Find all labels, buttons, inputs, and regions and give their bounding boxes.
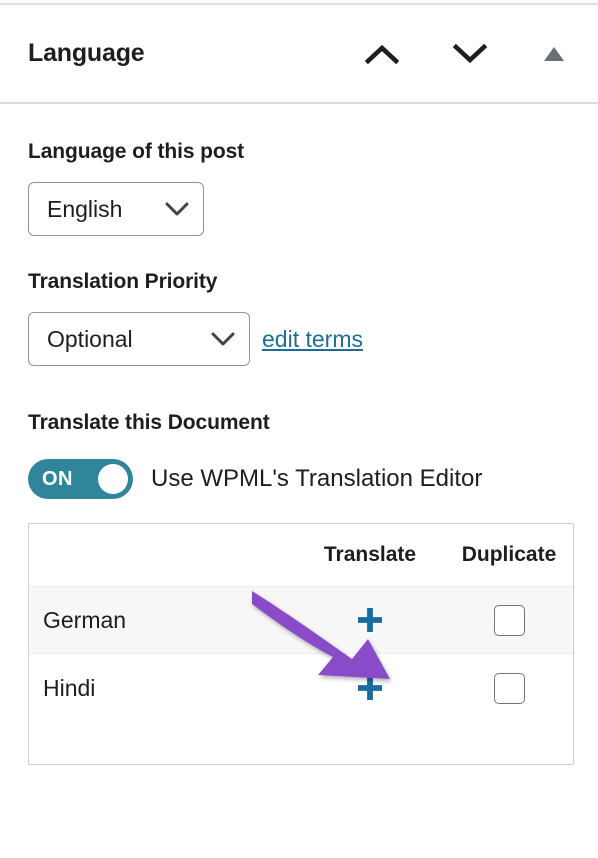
translation-priority-select[interactable]: Optional: [28, 312, 250, 366]
triangle-up-glyph: [544, 46, 564, 61]
translation-priority-label: Translation Priority: [28, 270, 218, 293]
column-header-duplicate: Duplicate: [461, 543, 557, 566]
translations-table: Translate Duplicate German Hindi: [28, 523, 574, 765]
german-translate-cell: [295, 600, 445, 641]
toggle-state-label: ON: [42, 467, 73, 490]
translation-editor-toggle[interactable]: ON: [28, 459, 133, 499]
table-row: German: [29, 586, 573, 654]
toggle-knob: [98, 464, 128, 494]
language-select[interactable]: English: [28, 182, 204, 236]
chevron-down-glyph: [165, 202, 189, 215]
hindi-duplicate-cell: [445, 672, 573, 704]
plus-icon: [358, 675, 382, 700]
translation-editor-toggle-row: ON Use WPML's Translation Editor: [28, 459, 570, 499]
chevron-down-icon[interactable]: [442, 26, 498, 82]
language-of-post-label: Language of this post: [28, 140, 245, 163]
chevron-down-glyph: [453, 43, 487, 63]
edit-terms-link[interactable]: edit terms: [262, 326, 363, 353]
german-translate-plus-button[interactable]: [350, 600, 390, 640]
chevron-down-glyph: [211, 332, 235, 345]
table-header-row: Translate Duplicate: [29, 524, 573, 586]
column-header-translate: Translate: [323, 543, 417, 566]
german-duplicate-checkbox[interactable]: [493, 604, 525, 636]
translation-priority-value: Optional: [47, 325, 133, 352]
collapse-triangle-icon[interactable]: [526, 26, 582, 82]
table-row: Hindi: [29, 654, 573, 722]
language-select-row: English: [28, 182, 570, 236]
language-panel-header: Language: [0, 5, 598, 104]
translate-document-label: Translate this Document: [28, 411, 270, 434]
hindi-translate-cell: [295, 668, 445, 709]
language-panel-body: Language of this post English Translatio…: [0, 104, 598, 858]
row-language-german: German: [43, 606, 127, 633]
hindi-duplicate-checkbox[interactable]: [493, 672, 525, 704]
page-title: Language: [28, 39, 145, 67]
plus-icon: [358, 607, 382, 632]
table-bottom-spacer: [29, 722, 573, 764]
chevron-up-icon[interactable]: [354, 26, 410, 82]
translation-priority-row: Optional edit terms: [28, 312, 570, 366]
toggle-caption: Use WPML's Translation Editor: [151, 465, 483, 492]
chevron-up-glyph: [365, 44, 399, 64]
row-language-hindi: Hindi: [43, 674, 96, 701]
hindi-translate-plus-button[interactable]: [350, 668, 390, 708]
chevron-down-icon: [165, 202, 189, 217]
panel-header-icons: [354, 5, 598, 102]
language-select-value: English: [47, 195, 123, 222]
chevron-down-icon: [211, 332, 235, 347]
german-duplicate-cell: [445, 604, 573, 636]
